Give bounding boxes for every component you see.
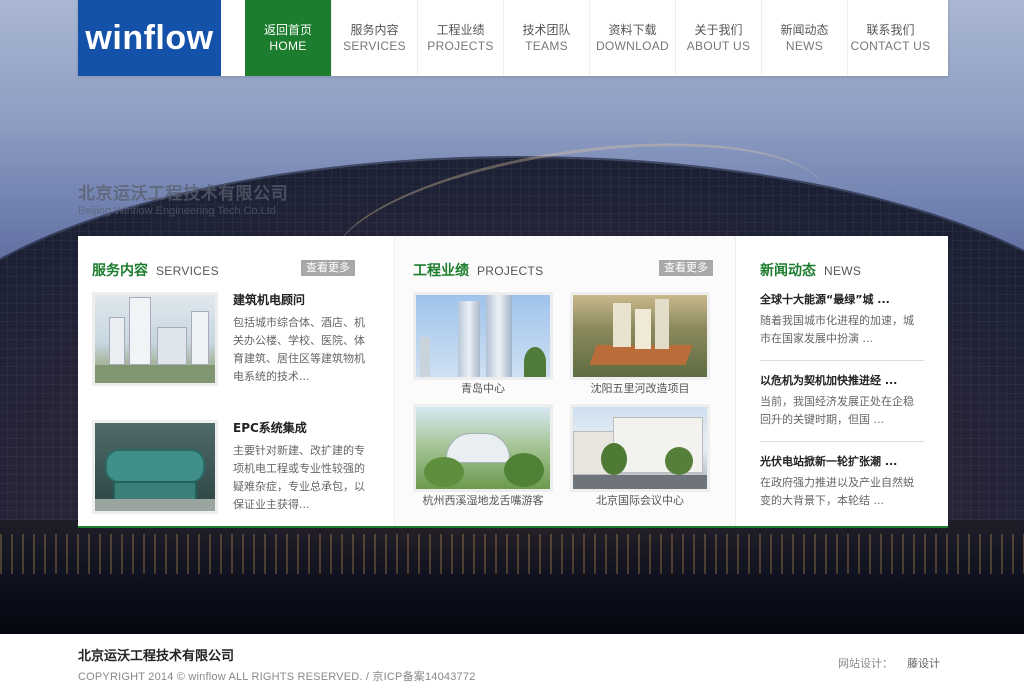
service-thumbnail[interactable]	[92, 292, 218, 386]
hero-water-reflection	[0, 520, 1024, 634]
design-label: 网站设计：	[838, 657, 893, 670]
footer-company-name: 北京运沃工程技术有限公司	[78, 649, 235, 664]
site-footer: 北京运沃工程技术有限公司 COPYRIGHT 2014 © winflow AL…	[0, 634, 1024, 693]
nav-services[interactable]: 服务内容 SERVICES	[331, 0, 417, 76]
main-nav: 返回首页 HOME 服务内容 SERVICES 工程业绩 PROJECTS 技术…	[245, 0, 948, 76]
project-card[interactable]: 杭州西溪湿地龙舌嘴游客	[413, 404, 553, 510]
logo-spacer	[221, 0, 245, 76]
service-title[interactable]: 建筑机电顾问	[233, 292, 373, 308]
news-title-en: NEWS	[824, 264, 862, 278]
project-caption[interactable]: 杭州西溪湿地龙舌嘴游客	[413, 492, 553, 510]
service-body: 建筑机电顾问 包括城市综合体、酒店、机关办公楼、学校、医院、体育建筑、居住区等建…	[233, 292, 373, 404]
news-title-zh: 新闻动态	[760, 263, 816, 279]
nav-label-zh: 关于我们	[694, 23, 743, 37]
nav-label-zh: 资料下载	[608, 23, 657, 37]
service-description: 包括城市综合体、酒店、机关办公楼、学校、医院、体育建筑、居住区等建筑物机电系统的…	[233, 316, 365, 383]
project-thumbnail[interactable]	[570, 404, 710, 492]
hero-company-title: 北京运沃工程技术有限公司 Beijing Winflow Engineering…	[78, 184, 288, 218]
nav-label-en: DOWNLOAD	[595, 39, 670, 53]
nav-label-zh: 服务内容	[350, 23, 399, 37]
service-title[interactable]: EPC系统集成	[233, 420, 373, 436]
footer-design-credit: 网站设计： 藤设计	[838, 655, 940, 671]
news-item[interactable]: 全球十大能源“最绿”城 ... 随着我国城市化进程的加速，城市在国家发展中扮演 …	[760, 292, 924, 361]
nav-label-en: TEAMS	[525, 39, 568, 53]
service-thumbnail[interactable]	[92, 420, 218, 514]
nav-label-zh: 技术团队	[522, 23, 571, 37]
nav-label-en: HOME	[269, 39, 307, 53]
nav-label-zh: 返回首页	[263, 23, 312, 37]
project-card[interactable]: 青岛中心	[413, 292, 553, 398]
service-item[interactable]: EPC系统集成 主要针对新建、改扩建的专项机电工程或专业性较强的疑难杂症，专业总…	[92, 420, 394, 532]
nav-news[interactable]: 新闻动态 NEWS	[761, 0, 847, 76]
nav-about-us[interactable]: 关于我们 ABOUT US	[675, 0, 761, 76]
news-title[interactable]: 以危机为契机加快推进经 ...	[760, 373, 924, 389]
nav-home[interactable]: 返回首页 HOME	[245, 0, 331, 76]
project-card[interactable]: 沈阳五里河改造项目	[570, 292, 710, 398]
service-description: 主要针对新建、改扩建的专项机电工程或专业性较强的疑难杂症，专业总承包，以保证业主…	[233, 444, 365, 511]
nav-label-zh: 工程业绩	[436, 23, 485, 37]
services-section: 服务内容 SERVICES 查看更多 建筑机电顾问 包括城市综合体、酒店、机关办…	[78, 236, 394, 526]
content-panel: 服务内容 SERVICES 查看更多 建筑机电顾问 包括城市综合体、酒店、机关办…	[78, 236, 948, 528]
nav-label-en: CONTACT US	[850, 39, 931, 53]
nav-label-zh: 新闻动态	[780, 23, 829, 37]
project-card[interactable]: 北京国际会议中心	[570, 404, 710, 510]
news-title[interactable]: 光伏电站掀新一轮扩张潮 ...	[760, 454, 924, 470]
services-title-zh: 服务内容	[92, 263, 148, 279]
nav-teams[interactable]: 技术团队 TEAMS	[503, 0, 589, 76]
news-item[interactable]: 光伏电站掀新一轮扩张潮 ... 在政府强力推进以及产业自然蜕变的大背景下，本轮结…	[760, 454, 924, 522]
nav-label-en: PROJECTS	[427, 39, 494, 53]
news-title[interactable]: 全球十大能源“最绿”城 ...	[760, 292, 924, 308]
nav-label-en: SERVICES	[343, 39, 406, 53]
news-description: 当前，我国经济发展正处在企稳回升的关键时期，但国 ...	[760, 395, 914, 426]
services-more-button[interactable]: 查看更多	[301, 260, 355, 276]
projects-title-zh: 工程业绩	[413, 263, 469, 279]
project-thumbnail[interactable]	[413, 292, 553, 380]
news-description: 随着我国城市化进程的加速，城市在国家发展中扮演 ...	[760, 314, 914, 345]
nav-label-zh: 联系我们	[866, 23, 915, 37]
news-description: 在政府强力推进以及产业自然蜕变的大背景下，本轮结 ...	[760, 476, 914, 507]
projects-section: 工程业绩 PROJECTS 查看更多 青岛中心 沈阳五里河改造项目 杭州西溪湿地…	[394, 236, 736, 526]
service-body: EPC系统集成 主要针对新建、改扩建的专项机电工程或专业性较强的疑难杂症，专业总…	[233, 420, 373, 532]
news-section: 新闻动态 NEWS 全球十大能源“最绿”城 ... 随着我国城市化进程的加速，城…	[736, 236, 948, 526]
news-list: 全球十大能源“最绿”城 ... 随着我国城市化进程的加速，城市在国家发展中扮演 …	[760, 292, 924, 522]
project-caption[interactable]: 北京国际会议中心	[570, 492, 710, 510]
site-header: winflow 返回首页 HOME 服务内容 SERVICES 工程业绩 PRO…	[78, 0, 948, 76]
project-caption[interactable]: 青岛中心	[413, 380, 553, 398]
service-item[interactable]: 建筑机电顾问 包括城市综合体、酒店、机关办公楼、学校、医院、体育建筑、居住区等建…	[92, 292, 394, 404]
company-name-en: Beijing Winflow Engineering Tech Co.Ltd	[78, 205, 276, 217]
services-title-en: SERVICES	[156, 264, 219, 278]
footer-copyright: COPYRIGHT 2014 © winflow ALL RIGHTS RESE…	[78, 671, 476, 683]
projects-title-en: PROJECTS	[477, 264, 544, 278]
project-thumbnail[interactable]	[570, 292, 710, 380]
company-name-zh: 北京运沃工程技术有限公司	[78, 184, 288, 204]
projects-grid: 青岛中心 沈阳五里河改造项目 杭州西溪湿地龙舌嘴游客 北京国际会议中心	[413, 292, 735, 510]
section-heading: 新闻动态 NEWS	[760, 260, 948, 279]
project-thumbnail[interactable]	[413, 404, 553, 492]
news-item[interactable]: 以危机为契机加快推进经 ... 当前，我国经济发展正处在企稳回升的关键时期，但国…	[760, 373, 924, 442]
nav-download[interactable]: 资料下载 DOWNLOAD	[589, 0, 675, 76]
projects-more-button[interactable]: 查看更多	[659, 260, 713, 276]
project-caption[interactable]: 沈阳五里河改造项目	[570, 380, 710, 398]
nav-projects[interactable]: 工程业绩 PROJECTS	[417, 0, 503, 76]
design-link[interactable]: 藤设计	[907, 657, 940, 670]
nav-contact-us[interactable]: 联系我们 CONTACT US	[847, 0, 933, 76]
nav-label-en: ABOUT US	[686, 39, 751, 53]
site-logo[interactable]: winflow	[78, 0, 221, 76]
nav-label-en: NEWS	[785, 39, 824, 53]
